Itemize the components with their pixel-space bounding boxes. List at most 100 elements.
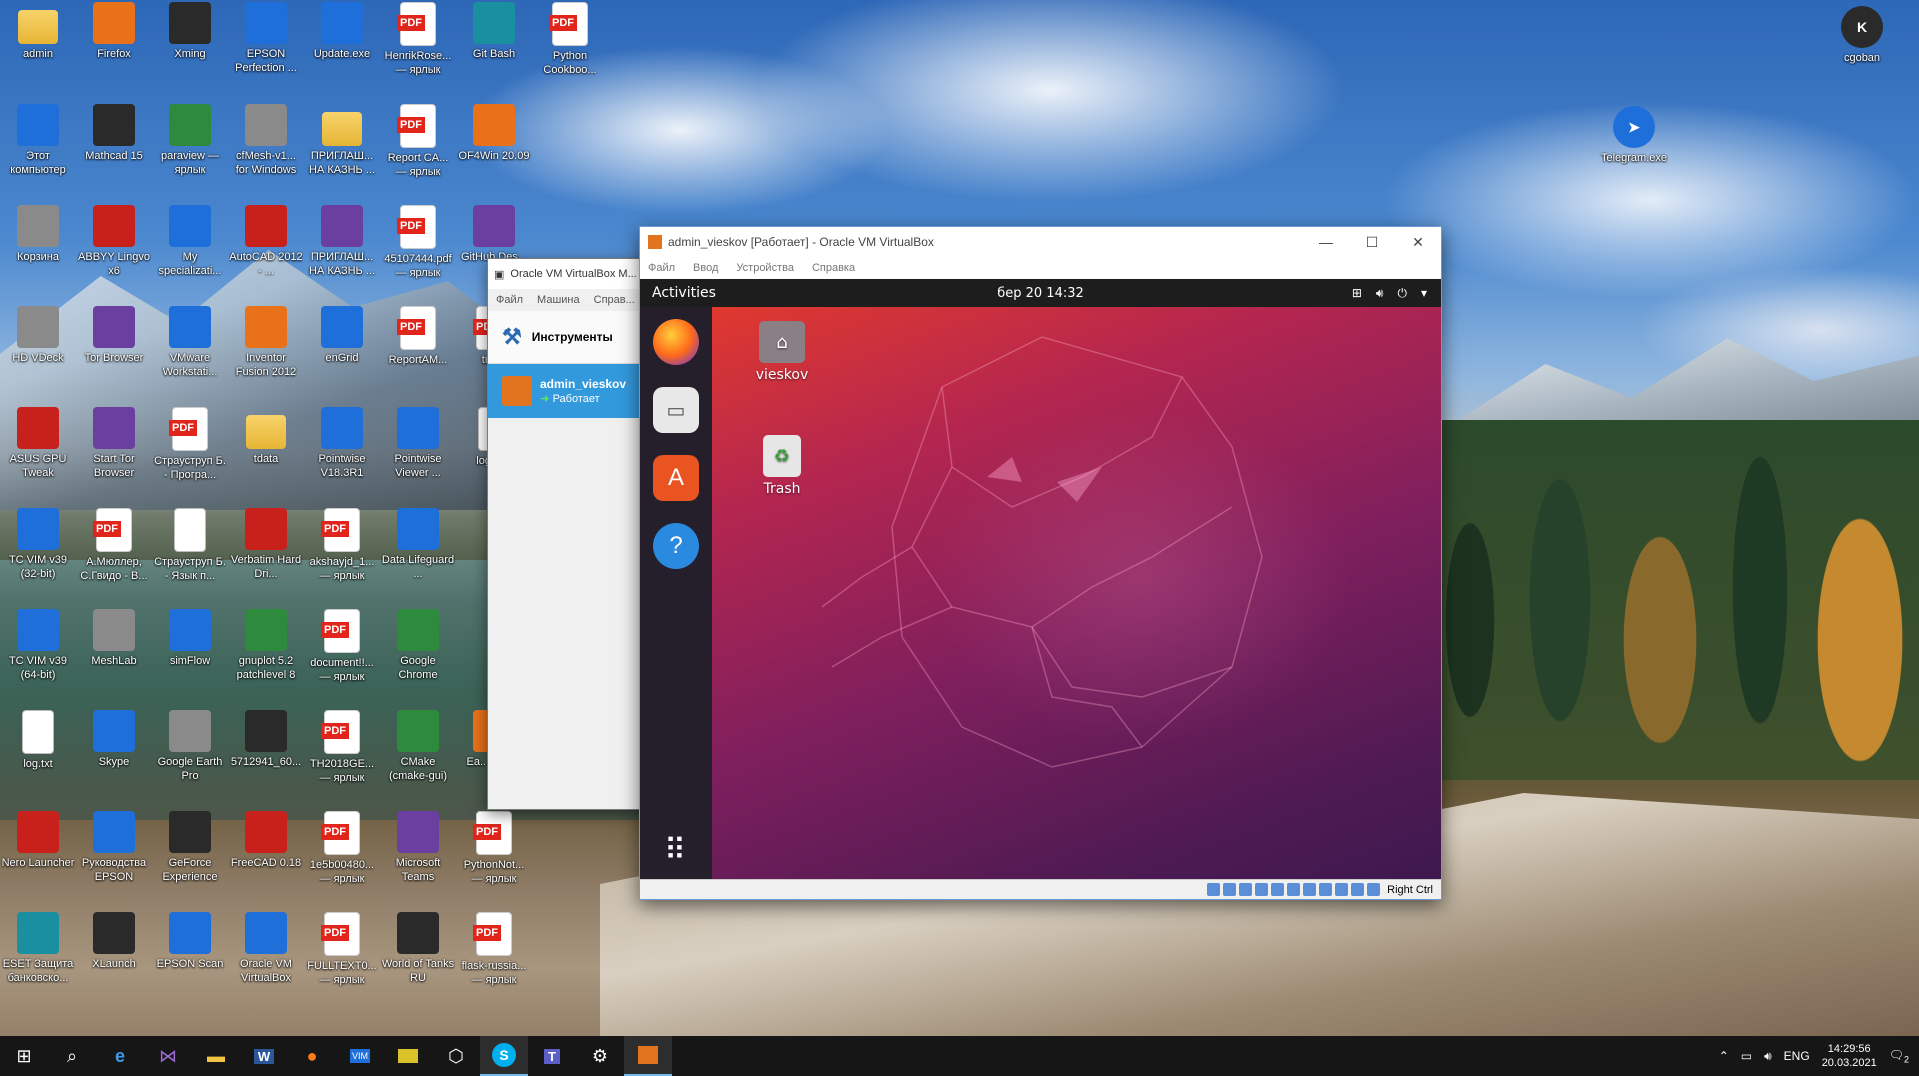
desktop-icon[interactable]: World of Tanks RU: [381, 912, 455, 985]
taskbar-app[interactable]: [384, 1036, 432, 1076]
desktop-icon[interactable]: HD VDeck: [1, 306, 75, 365]
desktop-icon[interactable]: Pointwise Viewer ...: [381, 407, 455, 480]
start-button[interactable]: ⊞: [0, 1036, 48, 1076]
desktop-icon[interactable]: Inventor Fusion 2012: [229, 306, 303, 379]
taskbar-visual-studio[interactable]: ⋈: [144, 1036, 192, 1076]
vm-window[interactable]: admin_vieskov [Работает] - Oracle VM Vir…: [639, 226, 1442, 900]
display-icon[interactable]: [1303, 883, 1317, 896]
show-applications-icon[interactable]: ⠿: [640, 836, 712, 866]
network-adapter-icon[interactable]: [1255, 883, 1269, 896]
desktop-icon-telegram[interactable]: ➤ Telegram.exe: [1597, 106, 1671, 165]
menu-help[interactable]: Справка: [812, 262, 855, 274]
usb-icon[interactable]: [1271, 883, 1285, 896]
taskbar-word[interactable]: W: [240, 1036, 288, 1076]
desktop-icon[interactable]: My specializati...: [153, 205, 227, 278]
shared-folders-icon[interactable]: [1287, 883, 1301, 896]
files-icon[interactable]: ▭: [653, 387, 699, 433]
desktop-icon[interactable]: OF4Win 20.09: [457, 104, 531, 163]
desktop-icon[interactable]: Verbatim Hard Dri...: [229, 508, 303, 581]
desktop-icon[interactable]: EPSON Perfection ...: [229, 2, 303, 75]
desktop-icon[interactable]: Google Chrome: [381, 609, 455, 682]
desktop-icon[interactable]: А.Мюллер, С.Гвидо - В...: [77, 508, 151, 583]
desktop-icon[interactable]: ASUS GPU Tweak: [1, 407, 75, 480]
hdd-icon[interactable]: [1207, 883, 1221, 896]
ubuntu-desktop-icon-trash[interactable]: ♻ Trash: [742, 435, 822, 497]
software-icon[interactable]: A: [653, 455, 699, 501]
desktop-icon[interactable]: ПРИГЛАШ... НА КАЗНЬ ...: [305, 205, 379, 278]
input-language[interactable]: ENG: [1784, 1049, 1810, 1063]
desktop-icon[interactable]: gnuplot 5.2 patchlevel 8: [229, 609, 303, 682]
volume-icon[interactable]: 🔊︎: [1764, 1049, 1772, 1064]
desktop-icon[interactable]: enGrid: [305, 306, 379, 365]
taskbar-firefox[interactable]: ●: [288, 1036, 336, 1076]
tools-item[interactable]: ⚒ Инструменты: [488, 311, 658, 364]
desktop-icon[interactable]: ESET Защита банковско...: [1, 912, 75, 985]
close-button[interactable]: ✕: [1395, 234, 1441, 251]
keyboard-capture-icon[interactable]: [1367, 883, 1381, 896]
desktop-icon[interactable]: simFlow: [153, 609, 227, 668]
taskbar-edge[interactable]: e: [96, 1036, 144, 1076]
desktop-icon[interactable]: ABBYY Lingvo x6: [77, 205, 151, 278]
desktop-icon[interactable]: GitHub Des...: [457, 205, 531, 264]
taskbar-skype[interactable]: S: [480, 1036, 528, 1076]
taskbar-vim[interactable]: VIM: [336, 1036, 384, 1076]
desktop-icon[interactable]: Nero Launcher: [1, 811, 75, 870]
desktop-icon[interactable]: Страуструп Б. - Програ...: [153, 407, 227, 482]
desktop-icon[interactable]: TC VIM v39 (64-bit): [1, 609, 75, 682]
desktop-icon[interactable]: TC VIM v39 (32-bit): [1, 508, 75, 581]
desktop-icon[interactable]: AutoCAD 2012 - ...: [229, 205, 303, 278]
desktop-icon[interactable]: cfMesh-v1... for Windows: [229, 104, 303, 177]
guest-screen[interactable]: Activities бер 20 14:32 ⊞ 🔊︎ ⏻ ▾ ▭ A ? ⠿: [640, 279, 1441, 879]
desktop-icon-cgoban[interactable]: K cgoban: [1825, 6, 1899, 65]
desktop-icon[interactable]: Корзина: [1, 205, 75, 264]
desktop-icon[interactable]: Report CA... — ярлык: [381, 104, 455, 179]
desktop-icon[interactable]: Microsoft Teams: [381, 811, 455, 884]
desktop-icon[interactable]: Страуструп Б. - Язык п...: [153, 508, 227, 583]
menu-machine[interactable]: Машина: [537, 294, 580, 306]
desktop-icon[interactable]: Git Bash: [457, 2, 531, 61]
search-button[interactable]: ⌕: [48, 1036, 96, 1076]
chevron-up-icon[interactable]: ⌃: [1719, 1049, 1729, 1063]
minimize-button[interactable]: —: [1303, 234, 1349, 251]
desktop-icon[interactable]: Этот компьютер: [1, 104, 75, 177]
desktop-icon[interactable]: paraview — ярлык: [153, 104, 227, 177]
desktop-icon[interactable]: PythonNot... — ярлык: [457, 811, 531, 886]
menu-help[interactable]: Справ...: [594, 294, 635, 306]
vm-list-item[interactable]: admin_vieskov ➜ Работает: [488, 364, 658, 418]
desktop-icon[interactable]: Python Cookboo...: [533, 2, 607, 77]
taskbar-settings[interactable]: ⚙: [576, 1036, 624, 1076]
desktop-icon[interactable]: 5712941_60...: [229, 710, 303, 769]
desktop-icon[interactable]: HenrikRose... — ярлык: [381, 2, 455, 77]
taskbar-clock[interactable]: 14:29:56 20.03.2021: [1822, 1042, 1877, 1070]
desktop-icon[interactable]: Skype: [77, 710, 151, 769]
desktop-icon[interactable]: ReportAM...: [381, 306, 455, 367]
desktop-icon[interactable]: Руководства EPSON: [77, 811, 151, 884]
desktop-icon[interactable]: EPSON Scan: [153, 912, 227, 971]
desktop-icon[interactable]: ПРИГЛАШ... НА КАЗНЬ ...: [305, 104, 379, 177]
firefox-icon[interactable]: [653, 319, 699, 365]
menu-file[interactable]: Файл: [496, 294, 523, 306]
desktop-icon[interactable]: Oracle VM VirtualBox: [229, 912, 303, 985]
help-icon[interactable]: ?: [653, 523, 699, 569]
desktop-icon[interactable]: Start Tor Browser: [77, 407, 151, 480]
desktop-icon[interactable]: flask-russia... — ярлык: [457, 912, 531, 987]
desktop-icon[interactable]: 45107444.pdf — ярлык: [381, 205, 455, 280]
menu-devices[interactable]: Устройства: [736, 262, 794, 274]
desktop-icon[interactable]: CMake (cmake-gui): [381, 710, 455, 783]
desktop-icon[interactable]: Pointwise V18.3R1: [305, 407, 379, 480]
taskbar-vm-window[interactable]: [624, 1036, 672, 1076]
notifications-icon[interactable]: 🗨︎2: [1889, 1048, 1909, 1064]
audio-icon[interactable]: [1239, 883, 1253, 896]
cpu-icon[interactable]: [1335, 883, 1349, 896]
desktop-icon[interactable]: Update.exe: [305, 2, 379, 61]
optical-drive-icon[interactable]: [1223, 883, 1237, 896]
desktop-icon[interactable]: Google Earth Pro: [153, 710, 227, 783]
network-icon[interactable]: ▭: [1741, 1049, 1752, 1063]
desktop-icon[interactable]: 1e5b00480... — ярлык: [305, 811, 379, 886]
taskbar-file-explorer[interactable]: ▬: [192, 1036, 240, 1076]
menu-file[interactable]: Файл: [648, 262, 675, 274]
desktop-icon[interactable]: FULLTEXT0... — ярлык: [305, 912, 379, 987]
virtualbox-manager-titlebar[interactable]: ▣ Oracle VM VirtualBox M...: [488, 259, 658, 289]
desktop-icon[interactable]: Xming: [153, 2, 227, 61]
desktop-icon[interactable]: TH2018GE... — ярлык: [305, 710, 379, 785]
